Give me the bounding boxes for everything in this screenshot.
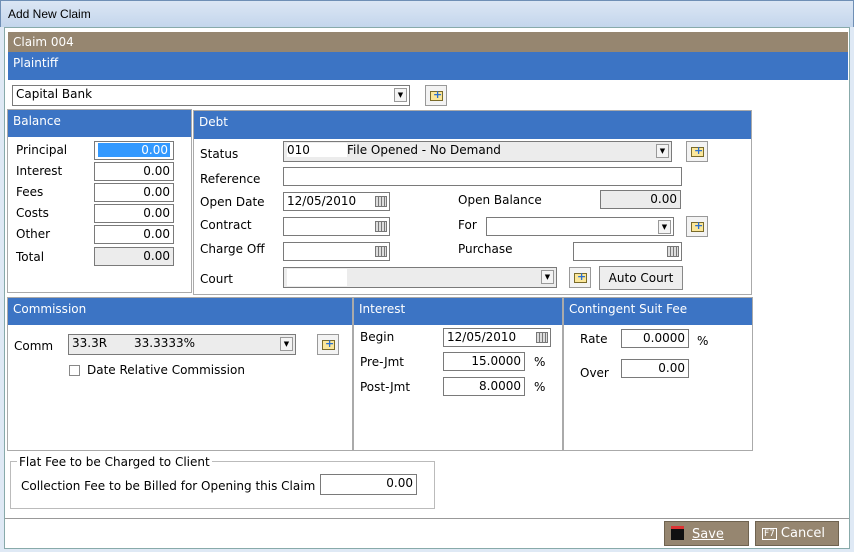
window-title: Add New Claim [8, 7, 91, 21]
add-plaintiff-folder-icon[interactable] [425, 85, 447, 106]
court-select[interactable]: ▼ [283, 267, 557, 288]
contract-label: Contract [200, 218, 252, 232]
flat-fee-legend: Flat Fee to be Charged to Client [17, 455, 212, 469]
principal-input[interactable]: 0.00 [94, 141, 174, 160]
fees-input[interactable]: 0.00 [94, 183, 174, 202]
claim-header: Claim 004 [8, 32, 848, 52]
date-relative-checkbox[interactable] [69, 365, 80, 376]
chevron-down-icon[interactable]: ▼ [541, 270, 554, 284]
commission-select[interactable]: 33.3R 33.3333% ▼ [68, 334, 296, 355]
add-for-folder-icon[interactable] [686, 216, 708, 237]
fees-label: Fees [16, 185, 44, 199]
total-label: Total [16, 250, 45, 264]
rate-input[interactable]: 0.0000 [621, 329, 689, 348]
costs-label: Costs [16, 206, 49, 220]
pre-jmt-label: Pre-Jmt [360, 355, 405, 369]
date-relative-label: Date Relative Commission [87, 363, 245, 377]
commission-header: Commission [8, 298, 352, 325]
begin-input[interactable]: 12/05/2010 [443, 328, 551, 347]
post-jmt-input[interactable]: 8.0000 [443, 377, 525, 396]
reference-input[interactable] [283, 167, 682, 186]
open-balance-value: 0.00 [600, 190, 681, 209]
calendar-icon[interactable] [375, 196, 387, 207]
plaintiff-header: Plaintiff [8, 52, 848, 80]
contract-input[interactable] [283, 217, 390, 236]
other-label: Other [16, 227, 51, 241]
pre-jmt-percent: % [534, 355, 546, 369]
purchase-label: Purchase [458, 242, 513, 256]
charge-off-label: Charge Off [200, 242, 265, 256]
title-bar: Add New Claim [0, 0, 854, 27]
footer-divider [5, 518, 849, 519]
begin-label: Begin [360, 330, 395, 344]
post-jmt-label: Post-Jmt [360, 380, 411, 394]
add-status-folder-icon[interactable] [686, 141, 708, 162]
auto-court-button[interactable]: Auto Court [599, 266, 683, 290]
contingent-header: Contingent Suit Fee [564, 298, 752, 325]
debt-header: Debt [194, 111, 751, 139]
add-court-folder-icon[interactable] [569, 267, 591, 288]
calendar-icon[interactable] [375, 246, 387, 257]
comm-label: Comm [14, 339, 54, 353]
interest-label: Interest [16, 164, 63, 178]
rate-label: Rate [580, 332, 608, 346]
calendar-icon[interactable] [536, 332, 548, 343]
total-value: 0.00 [94, 247, 174, 266]
f7-key-icon: F7 [762, 528, 777, 540]
over-input[interactable]: 0.00 [621, 359, 689, 378]
chevron-down-icon[interactable]: ▼ [658, 220, 671, 234]
chevron-down-icon[interactable]: ▼ [394, 88, 407, 102]
open-date-input[interactable]: 12/05/2010 [283, 192, 390, 211]
chevron-down-icon[interactable]: ▼ [656, 144, 669, 158]
open-balance-label: Open Balance [458, 193, 542, 207]
calendar-icon[interactable] [667, 246, 679, 257]
costs-input[interactable]: 0.00 [94, 204, 174, 223]
other-input[interactable]: 0.00 [94, 225, 174, 244]
open-date-label: Open Date [200, 195, 265, 209]
calendar-icon[interactable] [375, 221, 387, 232]
interest-input[interactable]: 0.00 [94, 162, 174, 181]
interest-header: Interest [354, 298, 562, 325]
reference-label: Reference [200, 172, 261, 186]
balance-header: Balance [8, 110, 191, 137]
over-label: Over [580, 366, 609, 380]
court-label: Court [200, 272, 233, 286]
for-label: For [458, 218, 477, 232]
purchase-input[interactable] [573, 242, 682, 261]
status-select[interactable]: 010 File Opened - No Demand ▼ [283, 141, 672, 162]
flat-fee-input[interactable]: 0.00 [320, 474, 417, 495]
for-select[interactable]: ▼ [486, 217, 674, 236]
charge-off-input[interactable] [283, 242, 390, 261]
add-commission-folder-icon[interactable] [317, 334, 339, 355]
post-jmt-percent: % [534, 380, 546, 394]
rate-percent: % [697, 334, 709, 348]
save-button[interactable]: Save [664, 521, 749, 546]
flat-fee-label: Collection Fee to be Billed for Opening … [21, 479, 316, 493]
chevron-down-icon[interactable]: ▼ [280, 337, 293, 351]
pre-jmt-input[interactable]: 15.0000 [443, 352, 525, 371]
principal-label: Principal [16, 143, 68, 157]
status-label: Status [200, 147, 239, 161]
floppy-disk-icon [671, 526, 684, 540]
cancel-button[interactable]: F7 Cancel [755, 521, 839, 546]
plaintiff-select[interactable]: Capital Bank ▼ [12, 85, 410, 106]
